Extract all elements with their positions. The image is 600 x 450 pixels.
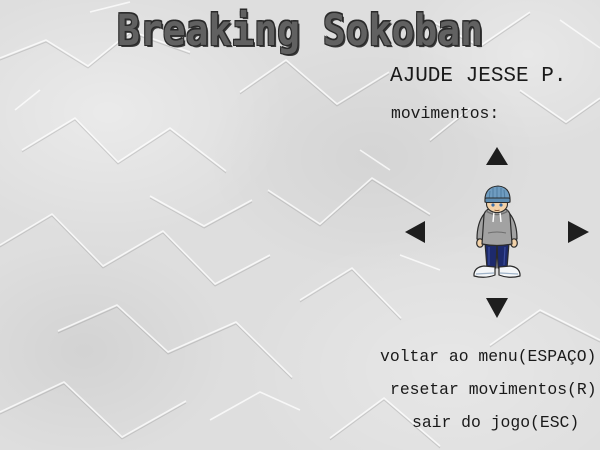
arrow-right-icon	[568, 221, 589, 243]
player-left-eye	[491, 203, 495, 207]
player-right-shoe	[498, 265, 521, 278]
player-left-leg	[484, 242, 498, 269]
arrow-up-icon	[486, 147, 508, 165]
back-to-menu-option[interactable]: voltar ao menu(ESPAÇO)	[380, 347, 596, 367]
arrow-left-icon	[405, 221, 425, 243]
player-beanie-band	[484, 197, 511, 203]
reset-moves-option[interactable]: resetar movimentos(R)	[390, 380, 597, 400]
moves-label: movimentos:	[391, 104, 500, 123]
game-window[interactable]: Breaking Sokoban AJUDE JESSE P. moviment…	[0, 0, 600, 450]
help-heading: AJUDE JESSE P.	[390, 65, 567, 88]
player-right-leg	[496, 242, 510, 269]
game-title: Breaking Sokoban	[117, 5, 484, 55]
player-left-shoe	[473, 265, 496, 278]
player-character-icon	[473, 185, 521, 278]
quit-game-option[interactable]: sair do jogo(ESC)	[412, 413, 579, 433]
player-shoe-soles	[475, 272, 519, 275]
arrow-down-icon	[486, 298, 508, 318]
movement-controls	[405, 147, 589, 318]
player-right-eye	[499, 203, 503, 207]
